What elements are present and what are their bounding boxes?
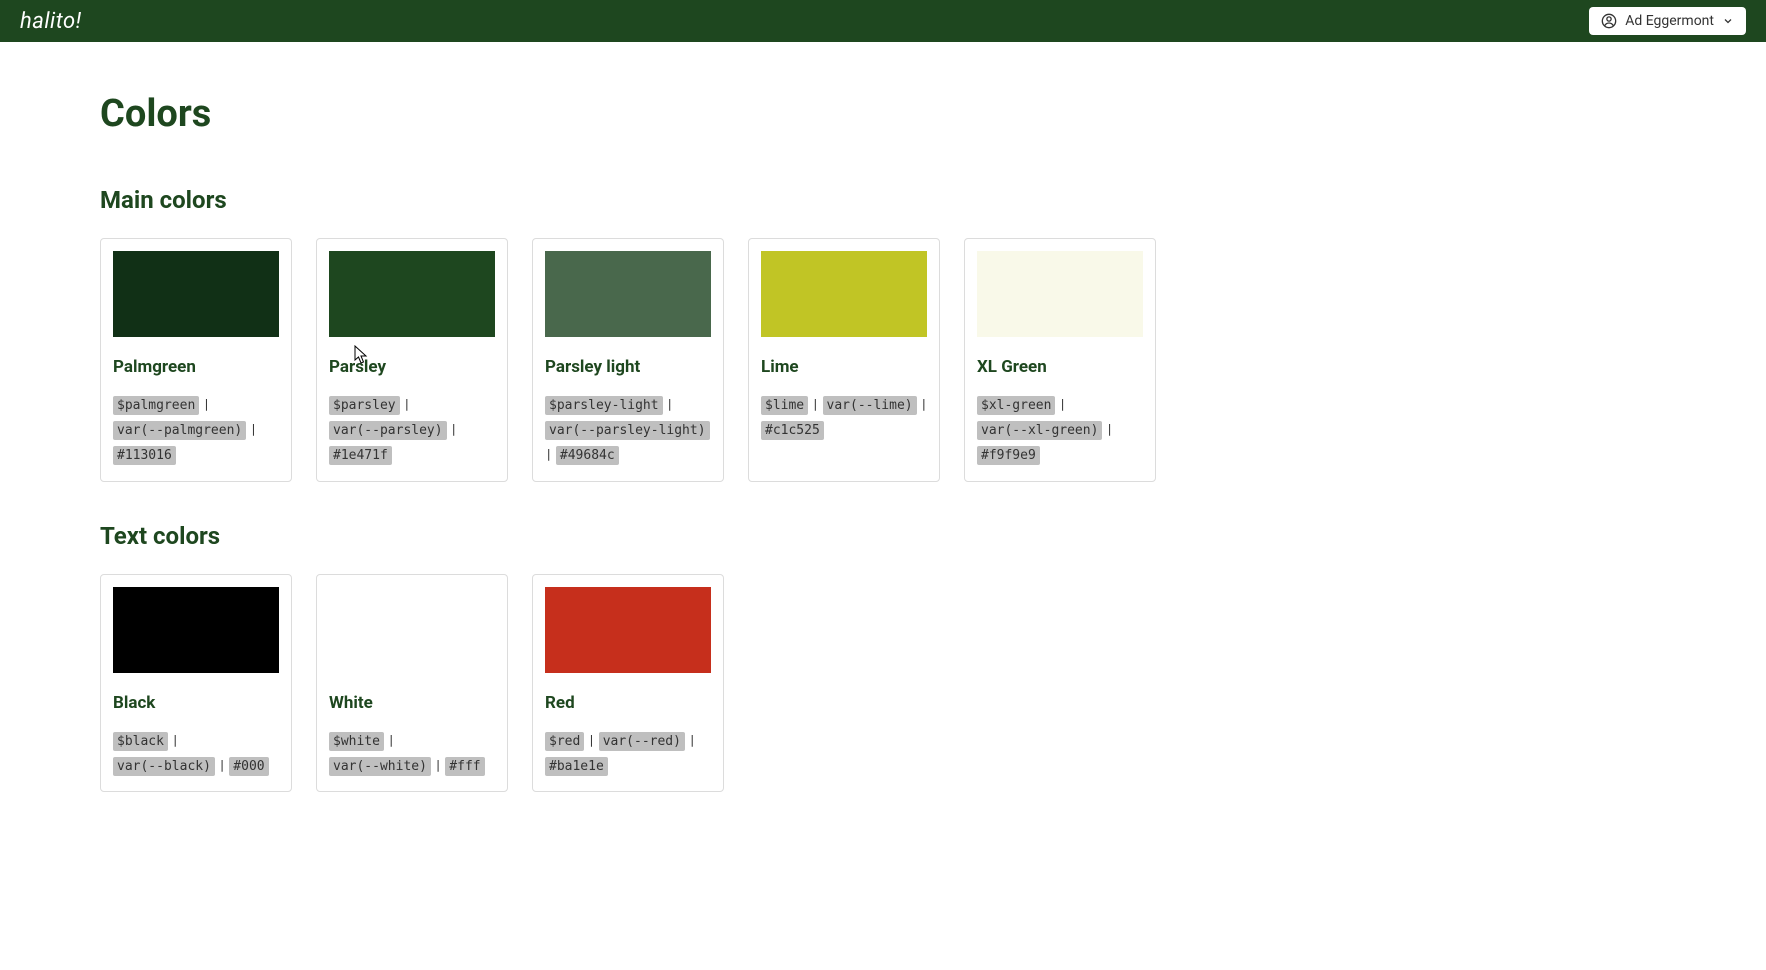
color-card: Parsley $parsley | var(--parsley) | #1e47… — [316, 238, 508, 482]
code-token[interactable]: var(--palmgreen) — [113, 421, 246, 440]
code-token[interactable]: $black — [113, 732, 168, 751]
color-swatch — [113, 251, 279, 337]
color-codes: $red | var(--red) | #ba1e1e — [545, 729, 711, 779]
code-token[interactable]: var(--white) — [329, 757, 431, 776]
separator: | — [168, 733, 179, 749]
separator: | — [1055, 397, 1066, 413]
color-swatch — [545, 251, 711, 337]
color-card: Red $red | var(--red) | #ba1e1e — [532, 574, 724, 792]
color-card: Parsley light $parsley-light | var(--pars… — [532, 238, 724, 482]
color-swatch — [329, 251, 495, 337]
separator: | — [808, 397, 822, 413]
color-codes: $parsley-light | var(--parsley-light) | … — [545, 393, 711, 469]
section-title: Main colors — [100, 186, 1500, 214]
code-token[interactable]: var(--parsley) — [329, 421, 447, 440]
code-token[interactable]: var(--red) — [599, 732, 685, 751]
chevron-down-icon — [1722, 15, 1734, 27]
color-card: White $white | var(--white) | #fff — [316, 574, 508, 792]
code-token[interactable]: $red — [545, 732, 584, 751]
code-token[interactable]: $lime — [761, 396, 808, 415]
color-swatch — [761, 251, 927, 337]
section-title: Text colors — [100, 522, 1500, 550]
code-token[interactable]: #1e471f — [329, 446, 392, 465]
code-token[interactable]: #113016 — [113, 446, 176, 465]
color-swatch — [113, 587, 279, 673]
code-token[interactable]: $parsley-light — [545, 396, 663, 415]
code-token[interactable]: #ba1e1e — [545, 757, 608, 776]
color-codes: $lime | var(--lime) | #c1c525 — [761, 393, 927, 443]
page-title: Colors — [100, 92, 1500, 136]
code-token[interactable]: #000 — [229, 757, 268, 776]
main-content: Colors Main colors Palmgreen $palmgreen | … — [0, 42, 1600, 882]
code-token[interactable]: var(--parsley-light) — [545, 421, 710, 440]
color-name: XL Green — [977, 357, 1143, 377]
separator: | — [545, 447, 556, 463]
separator: | — [917, 397, 928, 413]
code-token[interactable]: $palmgreen — [113, 396, 199, 415]
color-card: Black $black | var(--black) | #000 — [100, 574, 292, 792]
color-swatch — [977, 251, 1143, 337]
color-name: Parsley — [329, 357, 495, 377]
separator: | — [584, 733, 598, 749]
user-icon — [1601, 13, 1617, 29]
code-token[interactable]: $white — [329, 732, 384, 751]
color-codes: $black | var(--black) | #000 — [113, 729, 279, 779]
code-token[interactable]: $parsley — [329, 396, 400, 415]
color-swatch — [545, 587, 711, 673]
code-token[interactable]: $xl-green — [977, 396, 1055, 415]
separator: | — [199, 397, 210, 413]
color-name: White — [329, 693, 495, 713]
color-codes: $parsley | var(--parsley) | #1e471f — [329, 393, 495, 469]
code-token[interactable]: var(--lime) — [823, 396, 917, 415]
separator: | — [246, 422, 257, 438]
color-name: Parsley light — [545, 357, 711, 377]
color-card: Palmgreen $palmgreen | var(--palmgreen) |… — [100, 238, 292, 482]
code-token[interactable]: #c1c525 — [761, 421, 824, 440]
color-name: Lime — [761, 357, 927, 377]
color-name: Red — [545, 693, 711, 713]
code-token[interactable]: #49684c — [556, 446, 619, 465]
color-card: XL Green $xl-green | var(--xl-green) | #f… — [964, 238, 1156, 482]
color-codes: $white | var(--white) | #fff — [329, 729, 495, 779]
code-token[interactable]: var(--black) — [113, 757, 215, 776]
color-name: Black — [113, 693, 279, 713]
user-name: Ad Eggermont — [1625, 13, 1714, 29]
logo: halito! — [20, 9, 82, 34]
color-swatch — [329, 587, 495, 673]
separator: | — [215, 758, 229, 774]
separator: | — [447, 422, 458, 438]
separator: | — [400, 397, 411, 413]
app-header: halito! Ad Eggermont — [0, 0, 1766, 42]
separator: | — [431, 758, 445, 774]
separator: | — [384, 733, 395, 749]
user-menu[interactable]: Ad Eggermont — [1589, 7, 1746, 35]
color-name: Palmgreen — [113, 357, 279, 377]
separator: | — [1102, 422, 1113, 438]
separator: | — [685, 733, 696, 749]
color-card: Lime $lime | var(--lime) | #c1c525 — [748, 238, 940, 482]
separator: | — [663, 397, 674, 413]
color-grid: Black $black | var(--black) | #000 White $w… — [100, 574, 1500, 792]
color-grid: Palmgreen $palmgreen | var(--palmgreen) |… — [100, 238, 1500, 482]
color-codes: $xl-green | var(--xl-green) | #f9f9e9 — [977, 393, 1143, 469]
code-token[interactable]: #f9f9e9 — [977, 446, 1040, 465]
color-codes: $palmgreen | var(--palmgreen) | #113016 — [113, 393, 279, 469]
code-token[interactable]: var(--xl-green) — [977, 421, 1102, 440]
code-token[interactable]: #fff — [445, 757, 484, 776]
